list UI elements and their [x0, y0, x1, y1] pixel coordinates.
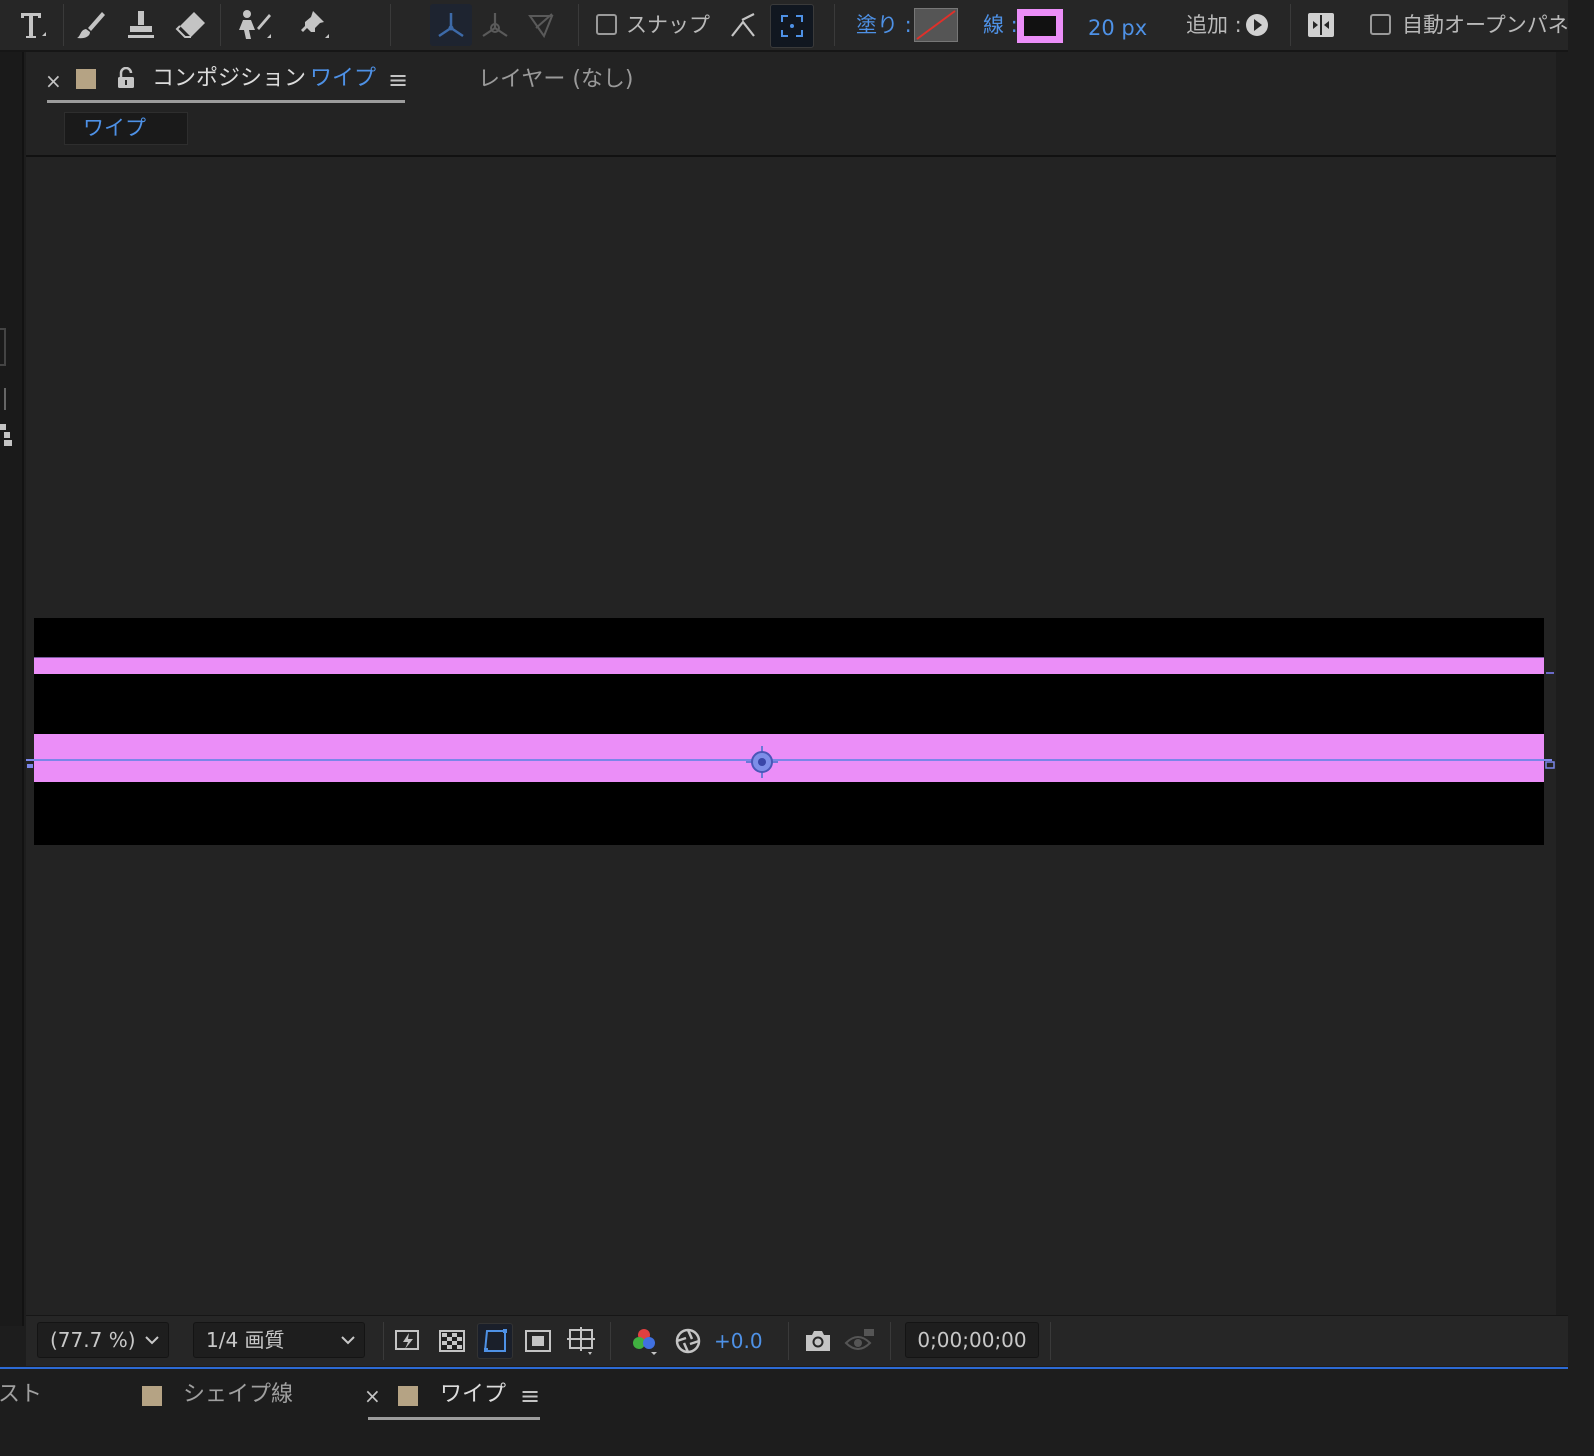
region-of-interest-icon[interactable]: [520, 1323, 556, 1359]
path-handle-right[interactable]: [1545, 755, 1555, 769]
comp-breadcrumb[interactable]: ワイプ: [64, 112, 188, 145]
composition-canvas[interactable]: [26, 618, 1552, 845]
breadcrumb-label: ワイプ: [83, 116, 146, 140]
composition-panel-header: × コンポジション ワイプ ≡ レイヤー (なし) ワイプ: [26, 52, 1556, 157]
roto-brush-tool-icon[interactable]: [232, 4, 274, 46]
footer-divider: [610, 1322, 611, 1360]
zoom-value: (77.7 %): [50, 1328, 136, 1352]
fill-label[interactable]: 塗り :: [856, 12, 912, 38]
left-panel-edge: [0, 52, 24, 1326]
mask-path-visibility-icon[interactable]: [477, 1323, 513, 1359]
auto-open-label: 自動オープンパネ: [1402, 13, 1569, 37]
toolbar-divider: [834, 4, 835, 46]
transparency-grid-icon[interactable]: [434, 1323, 470, 1359]
eraser-tool-icon[interactable]: [170, 4, 212, 46]
chevron-down-icon: [340, 1323, 356, 1367]
add-play-icon[interactable]: [1236, 4, 1278, 46]
snapshot-camera-icon[interactable]: [800, 1323, 836, 1359]
timecode-value: 0;00;00;00: [917, 1328, 1027, 1352]
stroke-swatch[interactable]: [1017, 9, 1063, 43]
resolution-dropdown[interactable]: 1/4 画質: [193, 1322, 365, 1358]
close-icon[interactable]: ×: [45, 67, 62, 95]
timecode-display[interactable]: 0;00;00;00: [905, 1322, 1039, 1358]
toolbar-divider: [390, 4, 391, 46]
zoom-dropdown[interactable]: (77.7 %): [37, 1322, 169, 1358]
toolbar-divider: [220, 4, 221, 46]
timeline-menu-icon[interactable]: ≡: [520, 1382, 540, 1410]
show-snapshot-icon[interactable]: [842, 1323, 878, 1359]
footer-divider: [788, 1322, 789, 1360]
shape-stroke-bottom[interactable]: [34, 734, 1544, 782]
stroke-width-value[interactable]: 20 px: [1088, 15, 1147, 41]
tab-layer[interactable]: レイヤー (なし): [478, 66, 634, 94]
snap-label: スナップ: [626, 13, 710, 37]
tab-shape-color-label[interactable]: [142, 1386, 162, 1406]
stroke-handle-right[interactable]: [1546, 661, 1554, 674]
puppet-pin-tool-icon[interactable]: [292, 4, 334, 46]
add-label: 追加 :: [1186, 13, 1242, 37]
edge-divider: [4, 388, 6, 410]
expand-snap-icon[interactable]: [770, 4, 814, 48]
active-tab-underline: [368, 1417, 540, 1420]
toolbar-divider: [1290, 4, 1291, 46]
footer-divider: [890, 1322, 891, 1360]
tab-wipe[interactable]: ワイプ: [440, 1381, 506, 1409]
stroke-swatch-inner: [1024, 16, 1056, 36]
viewer-footer-bar: (77.7 %) 1/4 画質 +0.0 0;00;00;00: [26, 1315, 1568, 1366]
comp-color-label[interactable]: [76, 69, 96, 89]
snap-options-icon[interactable]: [722, 4, 764, 46]
auto-open-checkbox[interactable]: [1370, 14, 1391, 35]
panel-toggle-icon[interactable]: [1300, 4, 1342, 46]
footer-divider: [1050, 1322, 1051, 1360]
grid-guides-icon[interactable]: [563, 1323, 599, 1359]
toolbar-divider: [578, 4, 579, 46]
exposure-value[interactable]: +0.0: [714, 1326, 763, 1356]
fill-swatch[interactable]: [914, 8, 958, 42]
stroke-top-edge: [34, 657, 1544, 658]
toolbar-divider: [63, 4, 64, 46]
close-icon[interactable]: ×: [364, 1382, 381, 1410]
edge-hierarchy-icon[interactable]: [0, 424, 12, 446]
top-toolbar: スナップ 塗り : 線 : 20 px 追加 : 自動オープンパネ: [0, 0, 1569, 52]
edge-control[interactable]: [0, 328, 6, 366]
chevron-down-icon: [144, 1323, 160, 1367]
tab-wipe-color-label[interactable]: [398, 1386, 418, 1406]
tab-shape-stroke[interactable]: シェイプ線: [183, 1381, 293, 1409]
snap-checkbox[interactable]: [596, 14, 617, 35]
active-tab-underline: [47, 100, 405, 103]
reset-exposure-icon[interactable]: [670, 1323, 706, 1359]
comp-tab-name[interactable]: ワイプ: [310, 65, 376, 93]
channel-rgb-icon[interactable]: [626, 1323, 662, 1359]
tab-partial[interactable]: スト: [0, 1381, 42, 1409]
brush-tool-icon[interactable]: [70, 4, 112, 46]
timeline-tab-bar: スト シェイプ線 × ワイプ ≡: [0, 1367, 1568, 1434]
type-tool-icon[interactable]: [10, 4, 52, 46]
world-axis-mode-icon[interactable]: [474, 4, 516, 46]
view-axis-mode-icon[interactable]: [520, 4, 562, 46]
stroke-label[interactable]: 線 :: [983, 12, 1018, 38]
fast-previews-icon[interactable]: [390, 1323, 426, 1359]
local-axis-mode-icon[interactable]: [430, 4, 472, 46]
resolution-value: 1/4 画質: [206, 1328, 285, 1352]
shape-path-line: [26, 759, 1552, 761]
comp-tab-prefix[interactable]: コンポジション: [152, 65, 306, 93]
shape-stroke-top[interactable]: [34, 658, 1544, 674]
lock-icon[interactable]: [117, 66, 135, 93]
path-handle-left[interactable]: [26, 755, 34, 768]
anchor-point-icon[interactable]: [744, 744, 780, 780]
clone-stamp-tool-icon[interactable]: [120, 4, 162, 46]
panel-menu-icon[interactable]: ≡: [388, 66, 408, 94]
footer-divider: [383, 1322, 384, 1360]
